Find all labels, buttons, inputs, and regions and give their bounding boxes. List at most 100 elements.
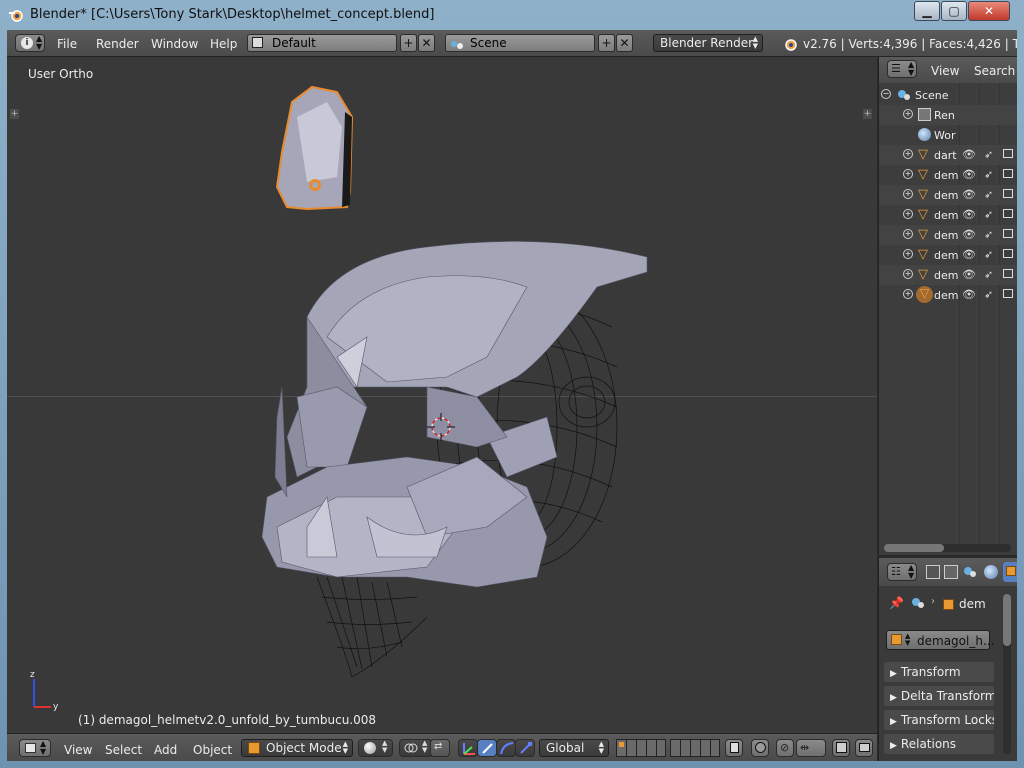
selectable-cursor-icon[interactable]: ➶ (984, 188, 993, 201)
visibility-eye-icon[interactable]: 👁 (962, 288, 976, 301)
outliner-menu-search[interactable]: Search (974, 64, 1015, 78)
add-scene-button[interactable]: + (598, 34, 615, 52)
snap-toggle-button[interactable]: ⊘ (776, 739, 794, 757)
renderable-camera-icon[interactable] (1003, 189, 1013, 198)
layers-grid-1[interactable] (616, 739, 666, 757)
scrollbar-thumb[interactable] (884, 544, 944, 552)
transform-orientation-select[interactable]: Global ▲ ▼ (539, 739, 609, 757)
expand-icon[interactable]: + (903, 149, 913, 159)
panel-transform[interactable]: ▶ Transform (884, 662, 994, 682)
snap-element-button[interactable]: ⇹ (796, 739, 826, 757)
visibility-eye-icon[interactable]: 👁 (962, 228, 976, 241)
expand-icon[interactable]: + (903, 249, 913, 259)
scale-manipulator-button[interactable] (496, 739, 516, 757)
visibility-eye-icon[interactable]: 👁 (962, 248, 976, 261)
scene-field[interactable]: Scene (445, 34, 595, 52)
properties-vertical-scrollbar[interactable] (1003, 594, 1011, 754)
outliner-row-object[interactable]: + ▽ dem 👁 ➶ (879, 205, 1017, 225)
object-name-field[interactable]: ▲ ▼ demagol_h... (886, 630, 994, 650)
expand-icon[interactable]: + (903, 109, 913, 119)
outliner-row-object[interactable]: + ▽ dem 👁 ➶ (879, 265, 1017, 285)
translate-manipulator-button[interactable] (458, 739, 478, 757)
editor-type-button[interactable]: i ▲ ▼ (15, 34, 45, 52)
title-bar[interactable]: Blender* [C:\Users\Tony Stark\Desktop\he… (0, 0, 1024, 30)
renderable-camera-icon[interactable] (1003, 169, 1013, 178)
menu-window[interactable]: Window (151, 37, 198, 51)
outliner-row-object[interactable]: + ▽ dart 👁 ➶ (879, 145, 1017, 165)
selectable-cursor-icon[interactable]: ➶ (984, 168, 993, 181)
close-button[interactable]: ✕ (968, 1, 1010, 21)
expand-icon[interactable]: + (903, 209, 913, 219)
outliner-row-object-active[interactable]: + ▽ dem 👁 ➶ (879, 285, 1017, 305)
panel-transform-locks[interactable]: ▶ Transform Locks (884, 710, 994, 730)
add-screen-button[interactable]: + (400, 34, 417, 52)
outliner-row-object[interactable]: + ▽ dem 👁 ➶ (879, 165, 1017, 185)
renderable-camera-icon[interactable] (1003, 289, 1013, 298)
outliner-editor-type-button[interactable]: ☰ ▲ ▼ (887, 60, 917, 78)
renderable-camera-icon[interactable] (1003, 149, 1013, 158)
outliner-horizontal-scrollbar[interactable] (884, 544, 1011, 552)
opengl-render-button[interactable] (832, 739, 850, 757)
expand-icon[interactable]: + (903, 269, 913, 279)
selectable-cursor-icon[interactable]: ➶ (984, 148, 993, 161)
menu-file[interactable]: File (57, 37, 77, 51)
delete-screen-button[interactable]: ✕ (418, 34, 435, 52)
selectable-cursor-icon[interactable]: ➶ (984, 248, 993, 261)
lock-camera-button[interactable] (725, 739, 743, 757)
menu-help[interactable]: Help (210, 37, 237, 51)
menu-render[interactable]: Render (96, 37, 139, 51)
lock-manipulator-button[interactable] (515, 739, 535, 757)
properties-editor-type-button[interactable]: ☷ ▲ ▼ (887, 563, 917, 581)
outliner-menu-view[interactable]: View (931, 64, 959, 78)
menu-select[interactable]: Select (105, 743, 142, 757)
pivot-point-button[interactable]: ▲ ▼ (399, 739, 433, 757)
outliner-row-render-layers[interactable]: + Ren (879, 105, 1017, 125)
selectable-cursor-icon[interactable]: ➶ (984, 288, 993, 301)
outliner-row-object[interactable]: + ▽ dem 👁 ➶ (879, 185, 1017, 205)
menu-view[interactable]: View (64, 743, 92, 757)
visibility-eye-icon[interactable]: 👁 (962, 208, 976, 221)
renderable-camera-icon[interactable] (1003, 229, 1013, 238)
outliner-row-object[interactable]: + ▽ dem 👁 ➶ (879, 225, 1017, 245)
mode-select[interactable]: Object Mode ▲ ▼ (241, 739, 353, 757)
menu-add[interactable]: Add (154, 743, 177, 757)
layers-grid-2[interactable] (670, 739, 720, 757)
renderable-camera-icon[interactable] (1003, 209, 1013, 218)
visibility-eye-icon[interactable]: 👁 (962, 148, 976, 161)
selectable-cursor-icon[interactable]: ➶ (984, 228, 993, 241)
selectable-cursor-icon[interactable]: ➶ (984, 268, 993, 281)
renderable-camera-icon[interactable] (1003, 269, 1013, 278)
menu-object[interactable]: Object (193, 743, 232, 757)
object-tab-icon[interactable] (1003, 562, 1017, 582)
screen-layout-field[interactable]: Default (247, 34, 397, 52)
expand-icon[interactable]: + (903, 169, 913, 179)
outliner-row-scene[interactable]: − Scene (879, 85, 1017, 105)
minimize-button[interactable]: ▁ (914, 1, 940, 21)
opengl-animation-button[interactable] (855, 739, 873, 757)
rotate-manipulator-button[interactable] (477, 739, 497, 757)
scene-tab-icon[interactable] (963, 565, 977, 579)
panel-delta-transform[interactable]: ▶ Delta Transform (884, 686, 994, 706)
maximize-button[interactable]: ▢ (941, 1, 967, 21)
render-layers-tab-icon[interactable] (944, 565, 958, 579)
render-tab-icon[interactable] (926, 565, 940, 579)
helmet-model[interactable]: z y (7, 57, 877, 733)
viewport-shading-button[interactable]: ▲ ▼ (358, 739, 393, 757)
expand-icon[interactable]: + (903, 289, 913, 299)
render-engine-select[interactable]: Blender Render ▲ ▼ (653, 34, 763, 52)
selectable-cursor-icon[interactable]: ➶ (984, 208, 993, 221)
panel-relations[interactable]: ▶ Relations (884, 734, 994, 754)
delete-scene-button[interactable]: ✕ (616, 34, 633, 52)
scrollbar-thumb[interactable] (1003, 594, 1011, 646)
outliner-row-world[interactable]: Wor (879, 125, 1017, 145)
visibility-eye-icon[interactable]: 👁 (962, 168, 976, 181)
proportional-edit-button[interactable] (751, 739, 769, 757)
world-tab-icon[interactable] (984, 565, 998, 579)
visibility-eye-icon[interactable]: 👁 (962, 188, 976, 201)
pin-icon[interactable]: 📌 (889, 596, 904, 610)
collapse-icon[interactable]: − (881, 89, 891, 99)
visibility-eye-icon[interactable]: 👁 (962, 268, 976, 281)
editor-type-button[interactable]: ▲ ▼ (19, 739, 51, 757)
expand-icon[interactable]: + (903, 229, 913, 239)
renderable-camera-icon[interactable] (1003, 249, 1013, 258)
